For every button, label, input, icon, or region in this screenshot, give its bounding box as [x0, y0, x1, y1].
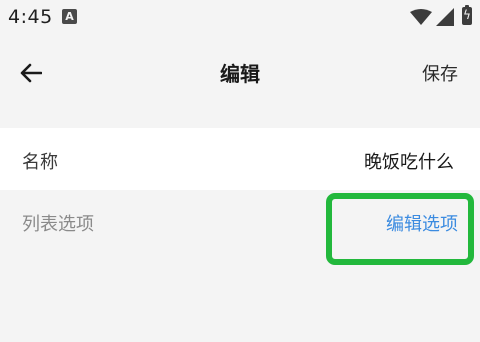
app-notification-icon: A	[62, 9, 77, 24]
battery-charging-glyph: ϟ	[463, 8, 471, 22]
page-title: 编辑	[220, 62, 260, 86]
name-label: 名称	[22, 152, 58, 173]
wifi-icon	[410, 9, 432, 25]
name-row[interactable]: 名称 晚饭吃什么	[0, 128, 480, 190]
status-time: 4:45	[8, 6, 53, 28]
cellular-signal-icon	[436, 8, 454, 26]
edit-screen: 4:45 A ϟ 编辑 保存 名称 晚饭吃什么 列表选项 编辑选项	[0, 0, 480, 342]
name-value[interactable]: 晚饭吃什么	[364, 148, 454, 174]
toolbar: 编辑 保存	[0, 38, 480, 108]
save-button[interactable]: 保存	[422, 60, 458, 86]
status-bar: 4:45 A ϟ	[0, 0, 480, 34]
list-options-label: 列表选项	[22, 214, 94, 235]
battery-icon: ϟ	[462, 5, 472, 25]
highlight-box	[326, 193, 474, 265]
